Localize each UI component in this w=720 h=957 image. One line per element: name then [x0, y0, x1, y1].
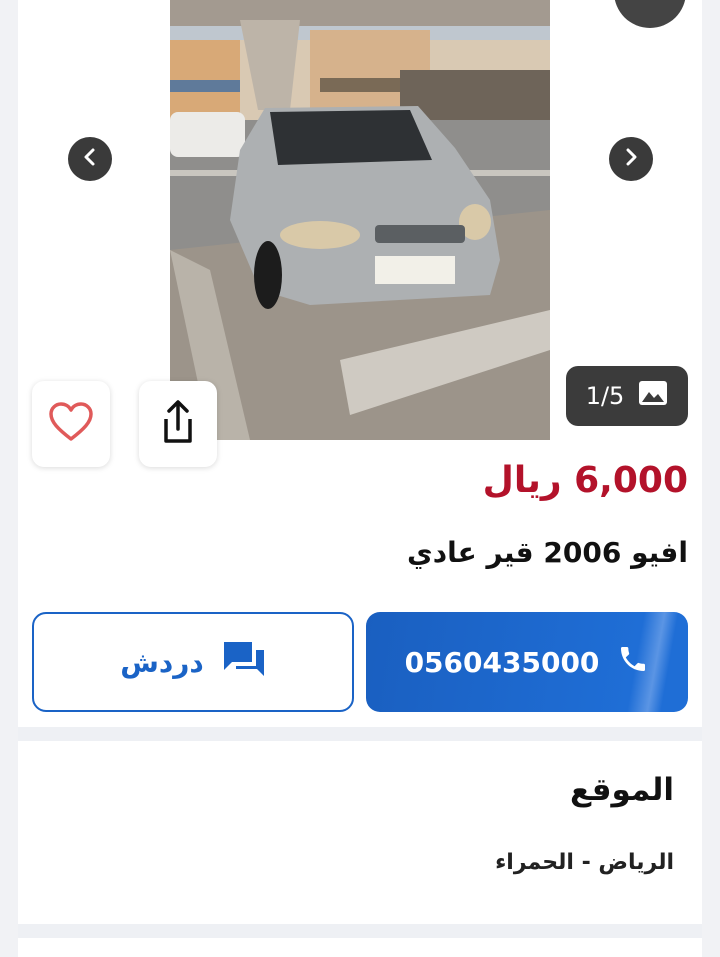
image-gallery: 1/5 [18, 0, 702, 467]
chevron-left-icon [80, 147, 100, 171]
listing-price: 6,000 ريال [482, 460, 688, 501]
location-value: الرياض - الحمراء [495, 850, 674, 875]
chat-icon [222, 640, 266, 685]
section-divider [18, 727, 702, 741]
chat-button[interactable]: دردش [32, 612, 354, 712]
image-counter[interactable]: 1/5 [566, 366, 688, 426]
phone-icon [617, 643, 649, 682]
next-image-button[interactable] [609, 137, 653, 181]
listing-title: افيو 2006 قير عادي [407, 536, 688, 569]
share-button[interactable] [139, 381, 217, 467]
favorite-button[interactable] [32, 381, 110, 467]
share-icon [158, 399, 198, 449]
phone-number: 0560435000 [404, 645, 600, 679]
previous-image-button[interactable] [68, 137, 112, 181]
chevron-right-icon [621, 147, 641, 171]
section-divider [18, 924, 702, 938]
listing-photo[interactable] [170, 0, 550, 440]
heart-icon [48, 401, 94, 447]
call-button[interactable]: 0560435000 [366, 612, 688, 712]
chat-button-label: دردش [120, 645, 204, 679]
close-button[interactable] [614, 0, 686, 28]
image-icon [638, 380, 668, 412]
listing-page: 1/5 6,000 ريال افيو 2006 قير عادي دردش 0… [18, 0, 702, 957]
location-heading: الموقع [570, 772, 674, 808]
image-counter-text: 1/5 [585, 382, 625, 410]
